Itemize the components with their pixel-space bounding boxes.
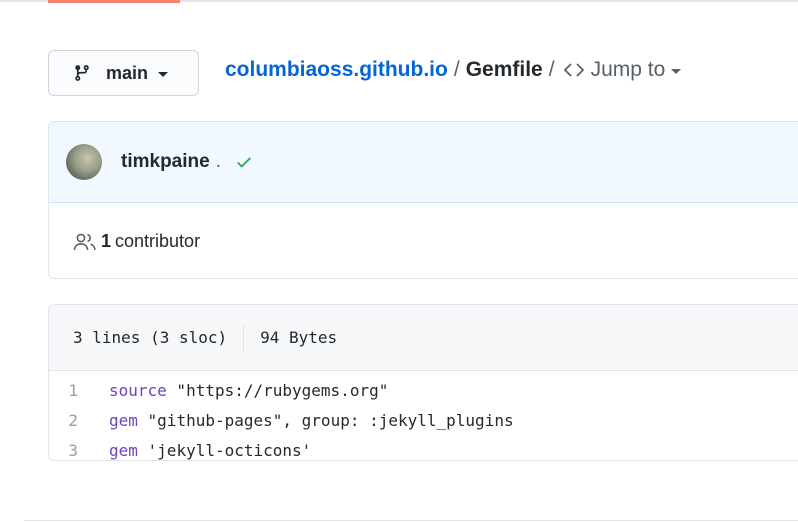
breadcrumb: columbiaoss.github.io / Gemfile / Jump t…	[225, 56, 682, 84]
footer-divider	[24, 520, 798, 521]
code-listing: 1 source "https://rubygems.org" 2 gem "g…	[49, 371, 798, 460]
branch-select-button[interactable]: main	[48, 50, 199, 96]
file-line-count: 3 lines (3 sloc)	[73, 328, 228, 347]
breadcrumb-repo-link[interactable]: columbiaoss.github.io	[225, 58, 448, 82]
chevron-down-icon	[671, 69, 682, 74]
file-info-divider	[243, 323, 245, 352]
git-branch-icon	[75, 65, 89, 81]
code-keyword: source	[109, 380, 167, 400]
code-line: 3 gem 'jekyll-octicons'	[49, 435, 798, 460]
breadcrumb-separator: /	[453, 58, 460, 81]
contributor-label: contributor	[115, 231, 201, 251]
commit-author-link[interactable]: timkpaine	[121, 151, 210, 173]
code-keyword: gem	[109, 440, 138, 460]
code-keyword: gem	[109, 410, 138, 430]
contributor-count: 1	[101, 231, 112, 251]
commit-header: timkpaine .	[49, 122, 798, 203]
file-info-bar: 3 lines (3 sloc) 94 Bytes	[49, 305, 798, 371]
selected-tab-underline	[48, 0, 180, 3]
chevron-down-icon	[158, 72, 169, 77]
avatar[interactable]	[66, 144, 102, 180]
line-number[interactable]: 2	[49, 411, 109, 430]
file-viewer: 3 lines (3 sloc) 94 Bytes 1 source "http…	[48, 304, 798, 461]
code-line: 1 source "https://rubygems.org"	[49, 375, 798, 405]
branch-name: main	[106, 62, 149, 83]
file-size: 94 Bytes	[260, 328, 338, 347]
line-number[interactable]: 3	[49, 441, 109, 460]
latest-commit-box: timkpaine . 1 contributor	[48, 121, 798, 279]
people-icon	[73, 233, 96, 250]
contributors-row[interactable]: 1 contributor	[49, 203, 798, 278]
code-text: "https://rubygems.org"	[166, 380, 389, 400]
code-line: 2 gem "github-pages", group: :jekyll_plu…	[49, 405, 798, 435]
jump-to-dropdown[interactable]: Jump to	[563, 58, 682, 82]
jump-to-label: Jump to	[590, 58, 666, 81]
line-number[interactable]: 1	[49, 381, 109, 400]
check-icon[interactable]	[235, 153, 253, 171]
code-icon	[563, 63, 584, 77]
breadcrumb-file-name: Gemfile	[465, 58, 543, 81]
commit-message-ellipsis: .	[215, 151, 221, 172]
breadcrumb-separator: /	[548, 58, 555, 81]
code-text: 'jekyll-octicons'	[137, 440, 312, 460]
code-text: "github-pages", group: :jekyll_plugins	[137, 410, 514, 430]
